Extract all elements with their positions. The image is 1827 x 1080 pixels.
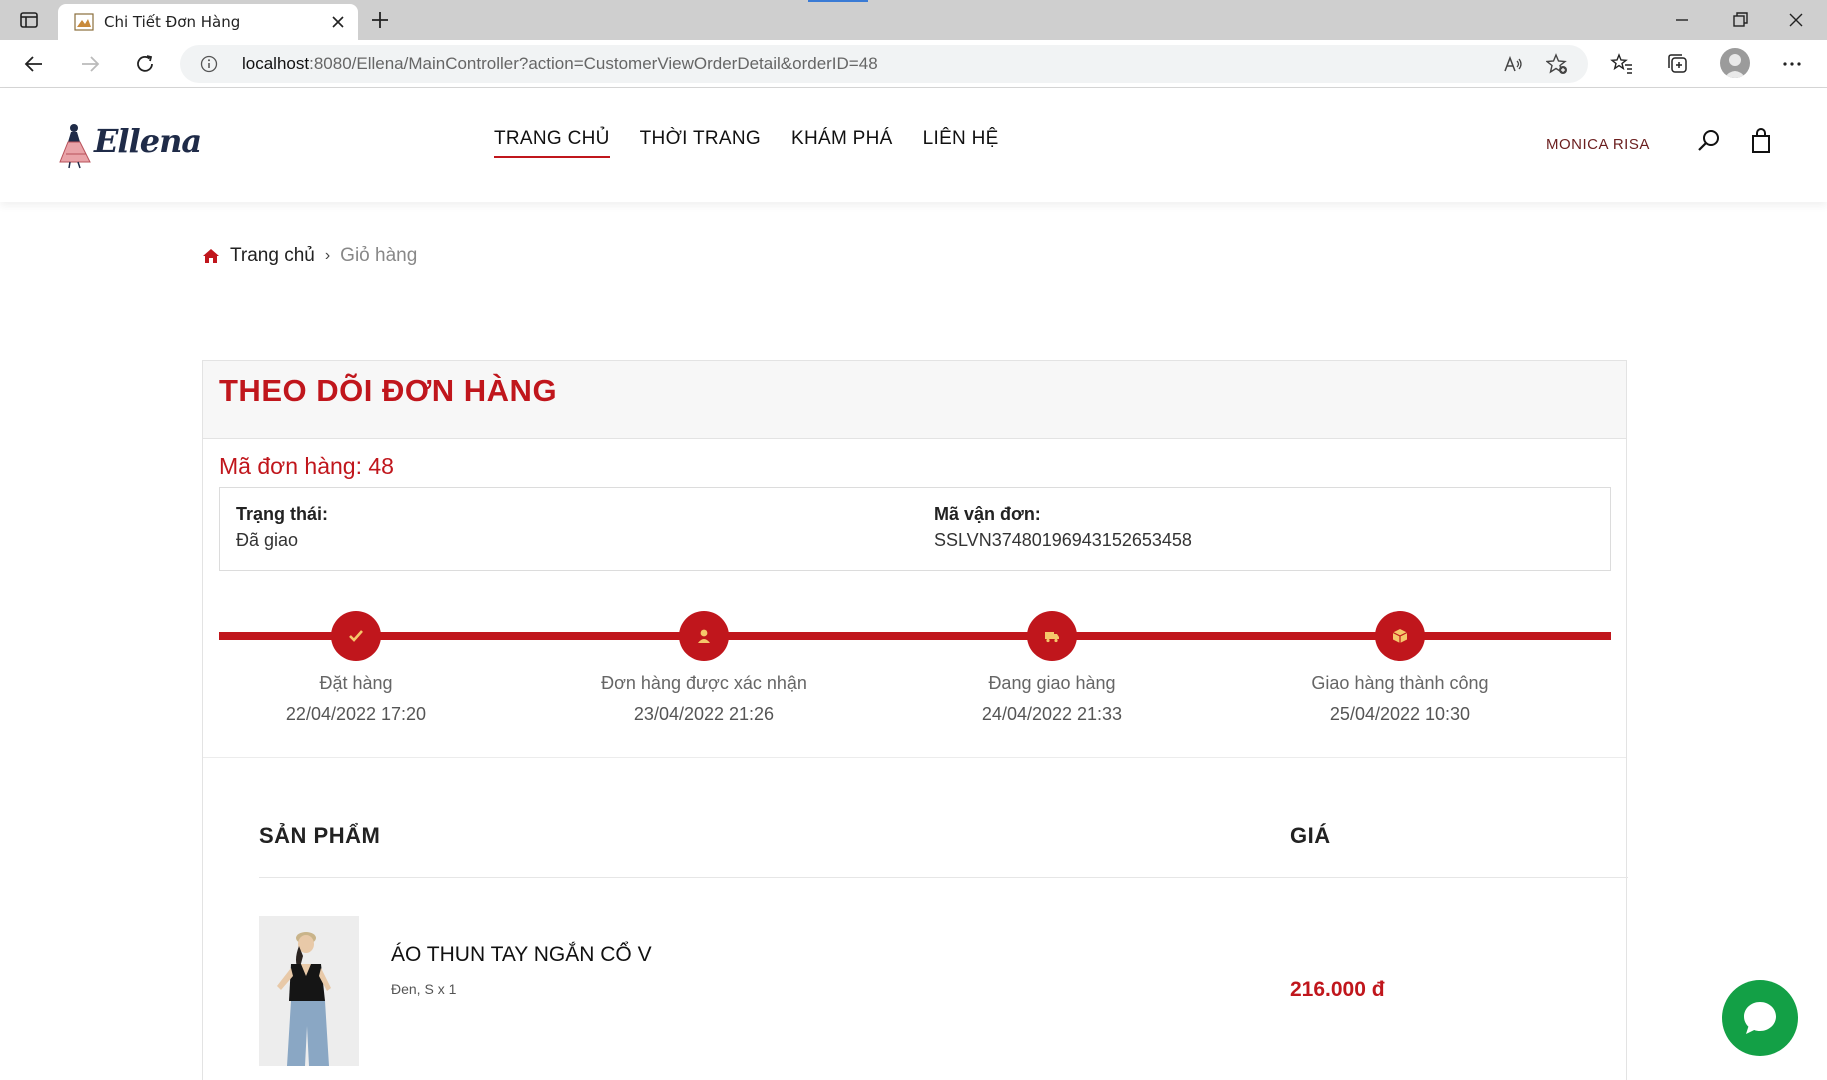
chat-widget-button[interactable]	[1722, 980, 1798, 1056]
order-tracking-card: THEO DÕI ĐƠN HÀNG Mã đơn hàng: 48 Trạng …	[202, 360, 1628, 1080]
browser-tab-active[interactable]: Chi Tiết Đơn Hàng	[58, 4, 358, 40]
nav-link-fashion[interactable]: THỜI TRANG	[640, 128, 761, 158]
site-header: Ellena TRANG CHỦ THỜI TRANG KHÁM PHÁ LIÊ…	[0, 88, 1827, 202]
tab-strip-accent	[808, 0, 868, 2]
restore-icon[interactable]	[1728, 8, 1752, 32]
url-path: :8080/Ellena/MainController?action=Custo…	[309, 54, 878, 73]
breadcrumb-current: Giỏ hàng	[340, 245, 418, 266]
address-bar[interactable]: localhost:8080/Ellena/MainController?act…	[180, 45, 1588, 83]
order-info-box: Trạng thái: Đã giao Mã vận đơn: SSLVN374…	[219, 487, 1611, 571]
tracking-step: Đơn hàng được xác nhận 23/04/2022 21:26	[554, 611, 854, 725]
status-label: Trạng thái:	[236, 504, 329, 524]
tab-actions-icon[interactable]	[18, 9, 40, 31]
table-header-rule	[259, 877, 1628, 878]
tab-title: Chi Tiết Đơn Hàng	[104, 13, 241, 31]
back-icon[interactable]	[22, 52, 46, 76]
user-account-link[interactable]: MONICA RISA	[1546, 136, 1650, 153]
profile-avatar[interactable]	[1720, 48, 1750, 78]
url-text[interactable]: localhost:8080/Ellena/MainController?act…	[242, 54, 878, 74]
step-label: Đơn hàng được xác nhận	[601, 673, 807, 693]
column-header-product: SẢN PHẨM	[259, 823, 381, 848]
favicon-icon	[74, 13, 94, 31]
url-host: localhost	[242, 54, 310, 73]
tracking-label: Mã vận đơn:	[934, 504, 1041, 524]
status-value: Đã giao	[236, 530, 299, 550]
nav-link-contact[interactable]: LIÊN HỆ	[923, 128, 999, 158]
close-tab-icon[interactable]	[328, 12, 348, 32]
refresh-icon[interactable]	[133, 52, 157, 76]
box-icon	[1392, 629, 1408, 643]
order-id: Mã đơn hàng: 48	[219, 453, 394, 479]
forward-icon[interactable]	[78, 52, 102, 76]
browser-tab-bar: Chi Tiết Đơn Hàng	[0, 0, 1827, 40]
more-options-icon[interactable]	[1780, 52, 1804, 76]
card-header: THEO DÕI ĐƠN HÀNG	[203, 361, 1626, 439]
tracking-step: Giao hàng thành công 25/04/2022 10:30	[1250, 611, 1550, 725]
minimize-icon[interactable]	[1670, 8, 1694, 32]
page-title: THEO DÕI ĐƠN HÀNG	[219, 373, 558, 408]
nav-link-explore[interactable]: KHÁM PHÁ	[791, 128, 893, 158]
site-info-icon[interactable]	[200, 55, 218, 73]
step-marker	[1027, 611, 1077, 661]
step-date: 24/04/2022 21:33	[981, 704, 1123, 724]
column-header-price: GIÁ	[1290, 823, 1331, 848]
section-divider	[203, 757, 1626, 758]
check-icon	[349, 630, 363, 642]
breadcrumb: Trang chủ › Giỏ hàng	[202, 245, 417, 267]
shopping-bag-icon[interactable]	[1748, 128, 1774, 154]
browser-toolbar: localhost:8080/Ellena/MainController?act…	[0, 40, 1827, 88]
product-photo-icon	[259, 916, 359, 1066]
new-tab-icon[interactable]	[368, 8, 392, 32]
step-label: Đang giao hàng	[988, 673, 1116, 693]
logo-text: Ellena	[94, 122, 202, 160]
chevron-right-icon: ›	[324, 247, 331, 264]
step-marker	[679, 611, 729, 661]
close-window-icon[interactable]	[1784, 8, 1808, 32]
truck-icon	[1045, 632, 1059, 643]
breadcrumb-home[interactable]: Trang chủ	[230, 245, 315, 267]
tracking-step: Đang giao hàng 24/04/2022 21:33	[902, 611, 1202, 725]
step-label: Giao hàng thành công	[1311, 673, 1489, 693]
user-icon	[698, 629, 710, 643]
read-aloud-icon[interactable]	[1502, 53, 1524, 75]
product-image[interactable]	[259, 916, 359, 1066]
step-date: 22/04/2022 17:20	[285, 704, 427, 724]
product-name[interactable]: ÁO THUN TAY NGẮN CỔ V	[391, 943, 652, 967]
step-label: Đặt hàng	[319, 673, 393, 693]
step-date: 25/04/2022 10:30	[1329, 704, 1471, 724]
product-variant: Đen, S x 1	[391, 981, 457, 997]
collections-icon[interactable]	[1666, 52, 1690, 76]
main-nav: TRANG CHỦ THỜI TRANG KHÁM PHÁ LIÊN HỆ	[494, 128, 999, 158]
tracking-number: SSLVN37480196943152653458	[934, 530, 1192, 550]
search-icon[interactable]	[1696, 128, 1722, 154]
profile-icon	[1724, 54, 1746, 78]
step-marker	[331, 611, 381, 661]
product-price: 216.000 đ	[1290, 978, 1385, 1001]
chat-bubble-icon	[1744, 1002, 1776, 1034]
logo-figure-icon	[59, 124, 91, 169]
nav-link-home[interactable]: TRANG CHỦ	[494, 128, 610, 158]
home-icon[interactable]	[202, 247, 220, 265]
step-marker	[1375, 611, 1425, 661]
add-favorite-icon[interactable]	[1546, 53, 1568, 75]
tracking-step: Đặt hàng 22/04/2022 17:20	[206, 611, 506, 725]
favorites-icon[interactable]	[1610, 52, 1634, 76]
step-date: 23/04/2022 21:26	[633, 704, 775, 724]
